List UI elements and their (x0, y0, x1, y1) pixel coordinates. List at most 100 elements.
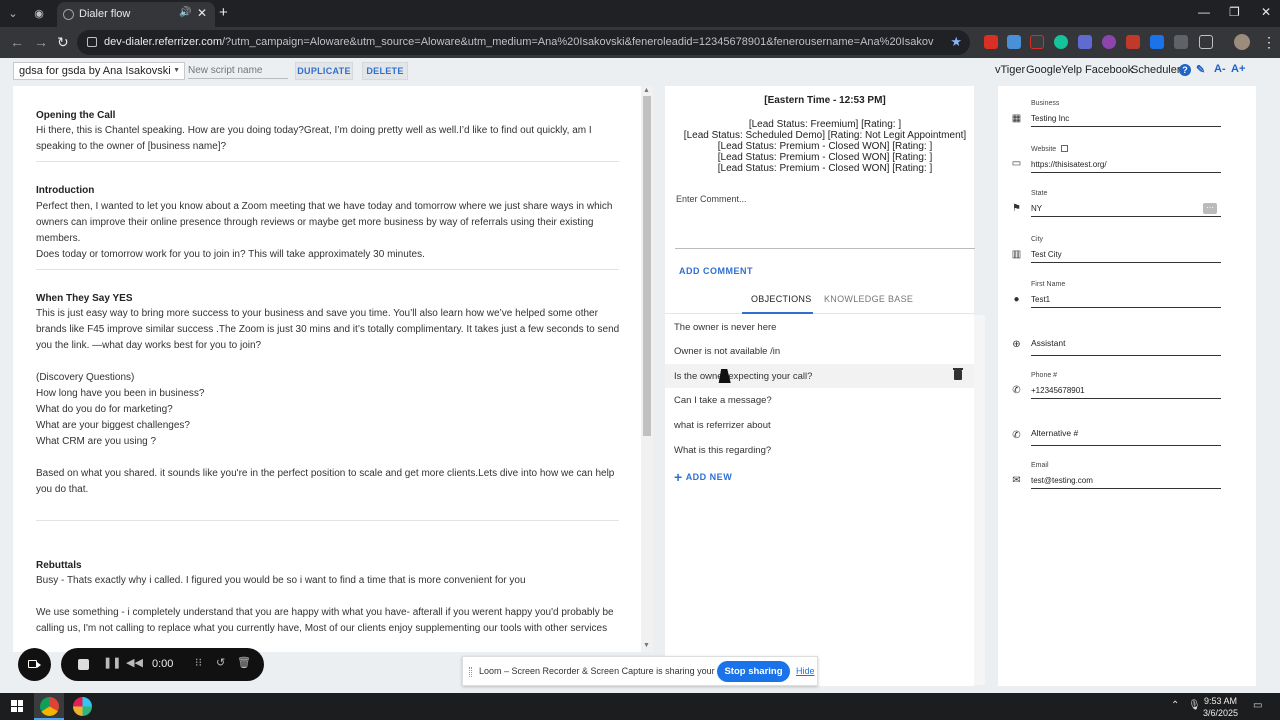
trash-icon[interactable] (953, 368, 963, 380)
address-bar[interactable]: dev-dialer.referrizer.com/?utm_campaign=… (77, 30, 970, 55)
tab-knowledge-base[interactable]: KNOWLEDGE BASE (824, 294, 913, 304)
tray-chevron-icon[interactable]: ⌃ (1171, 700, 1179, 711)
email-value[interactable]: test@testing.com (1031, 476, 1221, 489)
discovery-line: What CRM are you using ? (36, 436, 157, 447)
link-vtiger[interactable]: vTiger (995, 64, 1025, 76)
city-value[interactable]: Test City (1031, 250, 1221, 263)
tab-objections[interactable]: OBJECTIONS (751, 294, 812, 304)
new-tab-icon[interactable]: + (219, 4, 228, 21)
microphone-icon[interactable]: 🎙 (1188, 700, 1201, 711)
pause-icon[interactable]: ❚❚ (103, 656, 121, 669)
website-field[interactable]: Website https://thisisatest.org/ (1031, 145, 1221, 173)
notification-icon[interactable]: ▭ (1253, 700, 1262, 711)
lead-status-line: [Lead Status: Premium - Closed WON] [Rat… (717, 141, 933, 152)
objections-scrollbar[interactable] (974, 315, 985, 685)
website-value[interactable]: https://thisisatest.org/ (1031, 160, 1221, 173)
font-decrease-button[interactable]: A- (1214, 63, 1226, 75)
edit-pencil-icon[interactable]: ✎ (1196, 63, 1205, 76)
alternative-phone-input[interactable]: Alternative # (1031, 428, 1221, 446)
objection-item[interactable]: What is this regarding? (665, 438, 974, 462)
browser-tab[interactable]: Dialer flow 🔊 ✕ (57, 2, 215, 27)
script-select[interactable]: gdsa for gsda by Ana Isakovski ▼ (13, 62, 185, 80)
extension-icon[interactable] (1030, 35, 1044, 49)
forward-icon[interactable]: → (34, 34, 48, 50)
scroll-up-icon[interactable]: ▲ (643, 87, 650, 94)
restart-icon[interactable]: ↺ (216, 656, 225, 669)
extension-icon[interactable] (984, 35, 998, 49)
add-comment-button[interactable]: ADD COMMENT (679, 266, 753, 276)
windows-start-icon[interactable] (11, 700, 23, 712)
state-value[interactable]: NY (1031, 204, 1221, 217)
objection-item[interactable]: what is referrizer about (665, 413, 974, 437)
help-icon[interactable]: ? (1179, 64, 1191, 76)
extension-icon[interactable] (1007, 35, 1021, 49)
window-close-icon[interactable]: ✕ (1261, 5, 1271, 19)
back-icon[interactable]: ← (10, 34, 24, 50)
windows-taskbar: ⌃ 🎙 9:53 AM 3/6/2025 ▭ (0, 693, 1280, 720)
link-scheduler[interactable]: Scheduler (1131, 64, 1181, 76)
more-dots-icon[interactable]: ⋯ (1203, 203, 1217, 214)
objection-item[interactable]: Owner is not available /in (665, 339, 974, 363)
extension-icon[interactable] (1126, 35, 1140, 49)
scrollbar[interactable]: ▲ ▼ (641, 86, 653, 652)
assistant-input[interactable]: Assistant (1031, 338, 1221, 356)
record-icon[interactable]: ◉ (30, 5, 48, 23)
assistant-field[interactable]: Assistant (1031, 326, 1221, 356)
section-title: Rebuttals (36, 560, 82, 571)
taskbar-clock[interactable]: 9:53 AM 3/6/2025 (1203, 695, 1238, 719)
extension-icon[interactable] (1078, 35, 1092, 49)
stop-recording-icon[interactable] (78, 659, 89, 670)
scroll-down-icon[interactable]: ▼ (643, 642, 650, 649)
browser-menu-icon[interactable]: ⋮ (1262, 34, 1276, 51)
hide-link[interactable]: Hide (796, 666, 815, 676)
phone-field[interactable]: Phone # +12345678901 (1031, 372, 1221, 399)
drawing-grid-icon[interactable]: ⁝⁝ (195, 656, 202, 669)
bookmark-star-icon[interactable]: ★ (950, 34, 962, 50)
phone-value[interactable]: +12345678901 (1031, 386, 1221, 399)
business-value[interactable]: Testing Inc (1031, 114, 1221, 127)
slack-icon[interactable] (73, 697, 92, 716)
speaker-icon[interactable]: 🔊 (179, 7, 191, 18)
city-field[interactable]: City Test City (1031, 236, 1221, 263)
profile-avatar[interactable] (1234, 34, 1250, 50)
duplicate-button[interactable]: DUPLICATE (295, 62, 353, 80)
url-text[interactable]: dev-dialer.referrizer.com/?utm_campaign=… (104, 36, 934, 48)
extensions-puzzle-icon[interactable] (1199, 35, 1213, 49)
script-name-input[interactable] (188, 63, 288, 79)
chrome-icon[interactable] (40, 697, 59, 716)
lead-panel: [Eastern Time - 12:53 PM] [Lead Status: … (665, 86, 985, 686)
link-yelp[interactable]: Yelp (1061, 64, 1082, 76)
extension-icon[interactable] (1102, 35, 1116, 49)
first-name-field[interactable]: First Name Test1 (1031, 281, 1221, 308)
restore-icon[interactable]: ❐ (1229, 5, 1240, 19)
objection-item-hovered[interactable]: Is the owner expecting your call? (665, 364, 974, 388)
extension-icon[interactable] (1150, 35, 1164, 49)
add-new-objection-button[interactable]: + ADD NEW (674, 469, 732, 485)
reload-icon[interactable]: ↻ (57, 34, 69, 51)
drag-handle-icon[interactable] (469, 667, 472, 677)
minimize-icon[interactable]: — (1198, 5, 1210, 19)
objection-item[interactable]: The owner is never here (665, 315, 974, 339)
comment-textarea[interactable]: Enter Comment... (675, 191, 975, 249)
extension-icon[interactable] (1174, 35, 1188, 49)
trash-icon[interactable]: 🗑 (237, 656, 251, 669)
state-field[interactable]: State NY ⋯ (1031, 190, 1221, 217)
first-name-value[interactable]: Test1 (1031, 295, 1221, 308)
close-tab-icon[interactable]: ✕ (197, 6, 207, 20)
link-facebook[interactable]: Facebook (1085, 64, 1133, 76)
rewind-icon[interactable]: ◀◀ (126, 656, 143, 669)
business-field[interactable]: Business Testing Inc (1031, 100, 1221, 127)
email-field[interactable]: Email test@testing.com (1031, 462, 1221, 489)
site-info-icon[interactable] (87, 37, 97, 47)
loom-camera-button[interactable] (18, 648, 51, 681)
stop-sharing-button[interactable]: Stop sharing (717, 661, 790, 682)
grammarly-icon[interactable] (1054, 35, 1068, 49)
objection-item[interactable]: Can I take a message? (665, 388, 974, 412)
delete-button[interactable]: DELETE (362, 62, 408, 80)
alternative-phone-field[interactable]: Alternative # (1031, 417, 1221, 446)
external-link-icon[interactable] (1061, 145, 1069, 152)
link-google[interactable]: Google (1026, 64, 1061, 76)
font-increase-button[interactable]: A+ (1231, 63, 1245, 75)
scrollbar-thumb[interactable] (643, 96, 651, 436)
tab-search-icon[interactable]: ⌄ (4, 5, 22, 23)
